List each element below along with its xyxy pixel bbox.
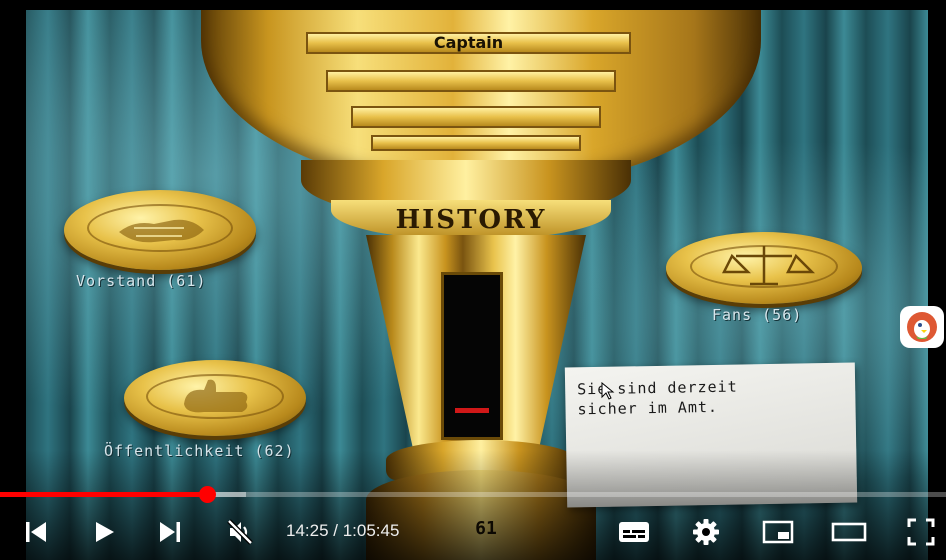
theater-mode-button[interactable] — [826, 514, 872, 550]
settings-button[interactable] — [686, 514, 726, 550]
video-player[interactable]: Captain HISTORY 61 Vorstand (61) Öffentl… — [0, 0, 946, 560]
trophy-meter-slot — [441, 272, 503, 440]
trophy-plaque — [371, 135, 581, 151]
fullscreen-button[interactable] — [900, 514, 942, 550]
play-button[interactable] — [86, 514, 122, 550]
previous-button[interactable] — [18, 514, 54, 550]
scales-icon — [721, 246, 816, 286]
subtitles-button[interactable] — [612, 514, 656, 550]
play-icon — [96, 522, 114, 542]
trophy-plaque — [326, 70, 616, 92]
board-label: Vorstand (61) — [76, 272, 207, 290]
fullscreen-icon — [907, 518, 935, 546]
subtitles-icon — [619, 522, 649, 542]
handshake-icon — [119, 219, 204, 243]
thumbs-up-icon — [184, 379, 248, 413]
time-display: 14:25 / 1:05:45 — [286, 521, 400, 540]
controls-gradient — [0, 450, 946, 560]
miniplayer-button[interactable] — [756, 514, 800, 550]
progress-bar[interactable] — [0, 486, 946, 503]
trophy-meter-level — [455, 408, 489, 413]
fans-label: Fans (56) — [712, 306, 803, 324]
trophy-plaque — [351, 106, 601, 128]
progress-played — [0, 492, 208, 497]
previous-icon — [26, 522, 46, 542]
miniplayer-icon — [762, 520, 794, 544]
next-button[interactable] — [152, 514, 188, 550]
trophy-history-band: HISTORY — [331, 200, 611, 240]
settings-icon — [693, 519, 719, 545]
mute-icon — [227, 519, 253, 545]
handshake-coin — [64, 190, 256, 270]
duckduckgo-extension-badge[interactable] — [900, 306, 944, 348]
mute-button[interactable] — [222, 514, 258, 550]
theater-icon — [831, 522, 867, 542]
note-line: sicher im Amt. — [577, 397, 719, 419]
cursor-icon — [601, 382, 615, 400]
next-icon — [160, 522, 180, 542]
duckduckgo-icon — [907, 312, 937, 342]
trophy-plaque-captain: Captain — [306, 32, 631, 54]
thumbs-coin — [124, 360, 306, 436]
scales-coin — [666, 232, 862, 304]
